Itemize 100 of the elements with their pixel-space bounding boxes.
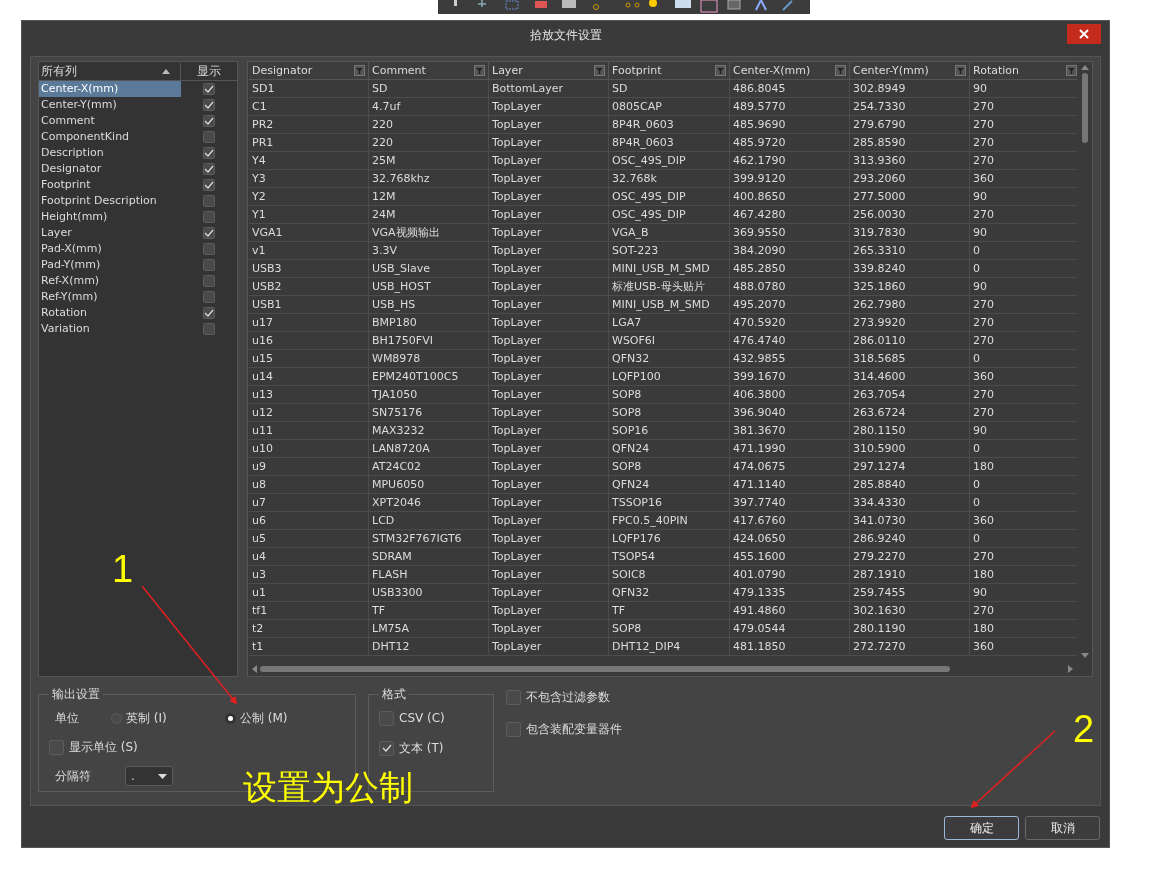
- table-cell: TopLayer: [489, 332, 609, 350]
- checkbox[interactable]: [203, 259, 215, 271]
- checkbox[interactable]: [203, 243, 215, 255]
- checkbox[interactable]: 文本 (T): [379, 739, 444, 757]
- table-cell: 424.0650: [730, 530, 850, 548]
- left-arrow-icon[interactable]: [252, 665, 257, 673]
- filter-icon[interactable]: [1066, 65, 1077, 76]
- filter-icon[interactable]: [354, 65, 365, 76]
- dialog-button[interactable]: 确定: [944, 816, 1019, 840]
- column-header[interactable]: Center-Y(mm): [850, 62, 970, 80]
- filter-icon[interactable]: [474, 65, 485, 76]
- checkbox[interactable]: 包含装配变量器件: [506, 721, 622, 738]
- checkbox[interactable]: [203, 83, 215, 95]
- separator-dropdown[interactable]: .: [125, 766, 173, 786]
- list-item[interactable]: Comment: [39, 113, 181, 129]
- list-item[interactable]: Height(mm): [39, 209, 181, 225]
- column-header[interactable]: Designator: [249, 62, 369, 80]
- radio-button[interactable]: 公制 (M): [225, 709, 288, 727]
- table-cell: WM8978: [369, 350, 489, 368]
- table-cell: TopLayer: [489, 260, 609, 278]
- close-button[interactable]: [1067, 24, 1101, 44]
- table-cell: TF: [609, 602, 730, 620]
- check-icon: [381, 744, 392, 752]
- scrollbar-thumb[interactable]: [260, 666, 950, 672]
- table-cell: 314.4600: [850, 368, 970, 386]
- group-title: 格式: [381, 686, 407, 703]
- table-cell: 467.4280: [730, 206, 850, 224]
- table-cell: QFN32: [609, 584, 730, 602]
- dialog-button[interactable]: 取消: [1025, 816, 1100, 840]
- checkbox[interactable]: [203, 211, 215, 223]
- column-header[interactable]: Layer: [489, 62, 609, 80]
- filter-icon[interactable]: [955, 65, 966, 76]
- column-header[interactable]: Center-X(mm): [730, 62, 850, 80]
- table-cell: EPM240T100C5: [369, 368, 489, 386]
- table-cell: TopLayer: [489, 296, 609, 314]
- checkbox[interactable]: CSV (C): [379, 710, 445, 726]
- list-item[interactable]: Pad-X(mm): [39, 241, 181, 257]
- checkbox[interactable]: [203, 131, 215, 143]
- table-cell: u6: [249, 512, 369, 530]
- list-item[interactable]: Variation: [39, 321, 181, 337]
- table-cell: 334.4330: [850, 494, 970, 512]
- up-arrow-icon[interactable]: [1081, 65, 1089, 70]
- table-cell: TopLayer: [489, 350, 609, 368]
- checkbox[interactable]: 不包含过滤参数: [506, 689, 622, 706]
- list-item[interactable]: ComponentKind: [39, 129, 181, 145]
- table-cell: 262.7980: [850, 296, 970, 314]
- table-cell: TopLayer: [489, 224, 609, 242]
- filter-icon[interactable]: [594, 65, 605, 76]
- table-cell: 485.9690: [730, 116, 850, 134]
- down-arrow-icon[interactable]: [1081, 653, 1089, 658]
- list-item[interactable]: Rotation: [39, 305, 181, 321]
- checkbox[interactable]: [203, 227, 215, 239]
- table-cell: LM75A: [369, 620, 489, 638]
- column-header[interactable]: Rotation: [970, 62, 1077, 80]
- list-item[interactable]: Pad-Y(mm): [39, 257, 181, 273]
- radio-button[interactable]: 英制 (I): [111, 709, 225, 727]
- table-cell: DHT12_DIP4: [609, 638, 730, 656]
- table-cell: MINI_USB_M_SMD: [609, 296, 730, 314]
- table-cell: SOP8: [609, 386, 730, 404]
- list-item[interactable]: Layer: [39, 225, 181, 241]
- checkbox[interactable]: [203, 115, 215, 127]
- table-cell: Y3: [249, 170, 369, 188]
- table-cell: 3.3V: [369, 242, 489, 260]
- list-item[interactable]: Footprint Description: [39, 193, 181, 209]
- checkbox[interactable]: [203, 195, 215, 207]
- list-item[interactable]: Center-X(mm): [39, 81, 181, 97]
- checkbox[interactable]: [203, 99, 215, 111]
- list-item[interactable]: Footprint: [39, 177, 181, 193]
- table-cell: TJA1050: [369, 386, 489, 404]
- list-item[interactable]: Ref-Y(mm): [39, 289, 181, 305]
- checkbox[interactable]: [203, 179, 215, 191]
- checkbox[interactable]: [203, 291, 215, 303]
- column-header[interactable]: 所有列: [39, 62, 162, 80]
- table-cell: 479.0544: [730, 620, 850, 638]
- table-cell: 406.3800: [730, 386, 850, 404]
- table-cell: u3: [249, 566, 369, 584]
- list-item[interactable]: Description: [39, 145, 181, 161]
- right-arrow-icon[interactable]: [1068, 665, 1073, 673]
- checkbox[interactable]: [203, 163, 215, 175]
- table-cell: 279.6790: [850, 116, 970, 134]
- checkbox[interactable]: [203, 147, 215, 159]
- column-header[interactable]: 显示: [180, 62, 237, 80]
- check-icon: [204, 309, 214, 317]
- column-header[interactable]: Footprint: [609, 62, 730, 80]
- filter-icon[interactable]: [835, 65, 846, 76]
- list-item[interactable]: Ref-X(mm): [39, 273, 181, 289]
- table-cell: BMP180: [369, 314, 489, 332]
- checkbox[interactable]: [203, 307, 215, 319]
- table-cell: USB_HOST: [369, 278, 489, 296]
- table-cell: TopLayer: [489, 476, 609, 494]
- checkbox[interactable]: [203, 275, 215, 287]
- checkbox[interactable]: [203, 323, 215, 335]
- scrollbar-thumb[interactable]: [1082, 73, 1088, 143]
- table-cell: u16: [249, 332, 369, 350]
- table-cell: 24M: [369, 206, 489, 224]
- checkbox[interactable]: 显示单位 (S): [49, 738, 138, 756]
- list-item[interactable]: Designator: [39, 161, 181, 177]
- list-item[interactable]: Center-Y(mm): [39, 97, 181, 113]
- filter-icon[interactable]: [715, 65, 726, 76]
- column-header[interactable]: Comment: [369, 62, 489, 80]
